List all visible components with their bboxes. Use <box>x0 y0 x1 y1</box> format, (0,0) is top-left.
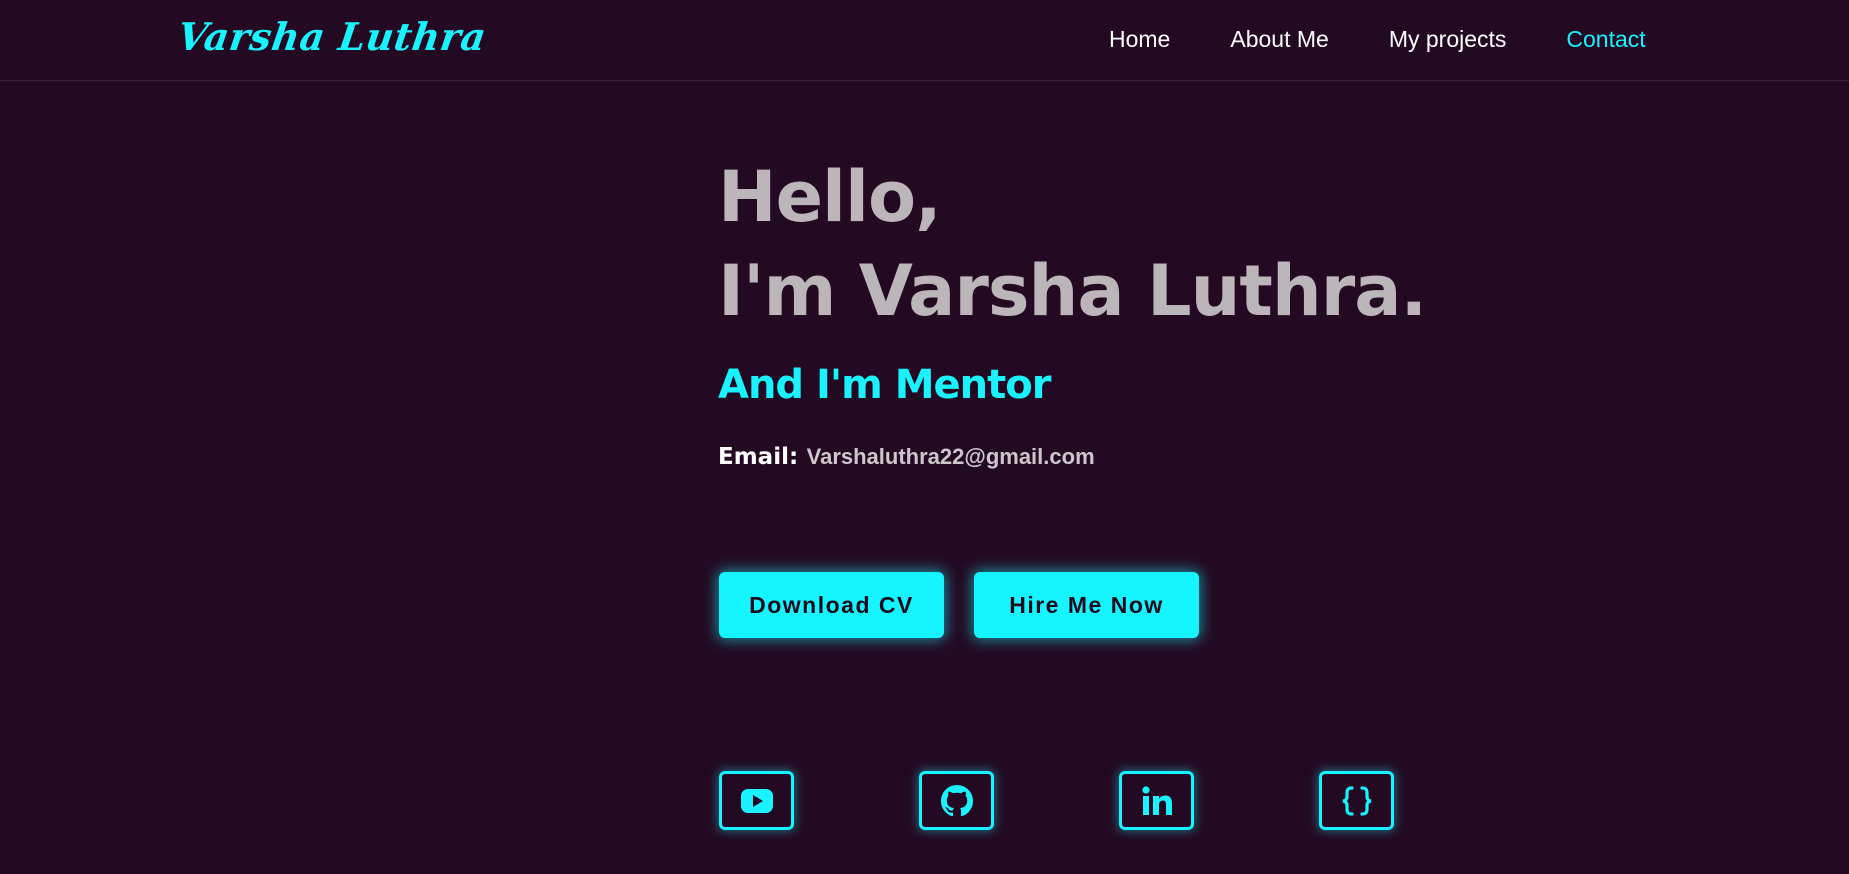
linkedin-link[interactable] <box>1119 771 1194 830</box>
nav-about-me[interactable]: About Me <box>1230 26 1328 53</box>
hire-me-button[interactable]: Hire Me Now <box>974 572 1199 638</box>
hero-section: Hello, I'm Varsha Luthra. And I'm Mentor… <box>718 150 1518 470</box>
github-link[interactable] <box>919 771 994 830</box>
github-icon <box>940 784 973 817</box>
hero-buttons: Download CV Hire Me Now <box>719 572 1199 638</box>
curly-braces-icon <box>1340 784 1374 818</box>
social-links <box>719 771 1394 830</box>
nav-contact[interactable]: Contact <box>1566 26 1645 53</box>
hero-intro: I'm Varsha Luthra. <box>718 250 1427 332</box>
email-label: Email: <box>718 444 799 470</box>
nav-my-projects[interactable]: My projects <box>1389 26 1507 53</box>
code-link[interactable] <box>1319 771 1394 830</box>
main-nav: Home About Me My projects Contact <box>1109 26 1646 53</box>
email-value[interactable]: Varshaluthra22@gmail.com <box>807 444 1095 469</box>
youtube-link[interactable] <box>719 771 794 830</box>
site-logo[interactable]: Varsha Luthra <box>175 14 490 59</box>
hero-greeting: Hello, <box>718 156 942 238</box>
linkedin-icon <box>1141 785 1173 816</box>
nav-home[interactable]: Home <box>1109 26 1170 53</box>
youtube-icon <box>740 788 774 814</box>
top-navbar: Varsha Luthra Home About Me My projects … <box>0 0 1849 81</box>
hero-role: And I'm Mentor <box>718 362 1051 408</box>
download-cv-button[interactable]: Download CV <box>719 572 944 638</box>
email-row: Email: Varshaluthra22@gmail.com <box>718 444 1518 470</box>
